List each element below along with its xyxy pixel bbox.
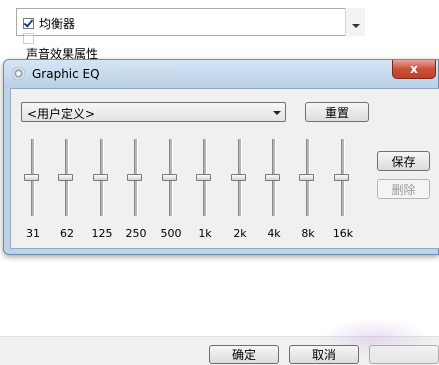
preset-value: <用户定义> (27, 107, 96, 121)
band-label: 2k (233, 227, 247, 240)
close-button[interactable]: x (392, 60, 436, 79)
cancel-button[interactable]: 取消 (289, 345, 359, 364)
graphic-eq-window: Graphic EQ x <用户定义> 重置 保存 删除 31 62 125 2… (3, 59, 439, 255)
band-slider-62[interactable]: 62 (57, 137, 77, 247)
band-label: 500 (160, 227, 182, 240)
band-label: 16k (332, 227, 354, 240)
preset-dropdown[interactable]: <用户定义> (21, 102, 286, 122)
band-label: 8k (301, 227, 315, 240)
list-item-checkbox[interactable] (23, 33, 34, 44)
slider-thumb[interactable] (24, 174, 39, 181)
window-title: Graphic EQ (32, 67, 100, 81)
chevron-down-icon[interactable] (273, 111, 281, 115)
band-label: 250 (125, 227, 147, 240)
slider-thumb[interactable] (93, 174, 108, 181)
band-slider-8k[interactable]: 8k (298, 137, 318, 247)
slider-thumb[interactable] (231, 174, 246, 181)
blurred-title-text (124, 70, 172, 77)
slider-thumb[interactable] (162, 174, 177, 181)
slider-thumb[interactable] (127, 174, 142, 181)
slider-thumb[interactable] (58, 174, 73, 181)
band-label: 1k (198, 227, 212, 240)
slider-thumb[interactable] (265, 174, 280, 181)
band-slider-2k[interactable]: 2k (230, 137, 250, 247)
slider-thumb[interactable] (299, 174, 314, 181)
band-slider-31[interactable]: 31 (23, 137, 43, 247)
band-slider-500[interactable]: 500 (160, 137, 182, 247)
effects-list[interactable]: 均衡器 (16, 8, 365, 44)
band-label: 4k (267, 227, 281, 240)
list-scrollbar[interactable] (345, 8, 365, 36)
band-slider-4k[interactable]: 4k (264, 137, 284, 247)
band-slider-125[interactable]: 125 (91, 137, 113, 247)
reset-button[interactable]: 重置 (305, 102, 369, 122)
chevron-down-icon[interactable] (352, 24, 360, 28)
band-slider-250[interactable]: 250 (125, 137, 147, 247)
title-bar[interactable]: Graphic EQ x (4, 60, 438, 88)
apply-button[interactable] (369, 345, 439, 364)
band-label: 62 (60, 227, 74, 240)
save-button[interactable]: 保存 (377, 151, 430, 171)
list-item[interactable] (23, 33, 34, 44)
slider-thumb[interactable] (334, 174, 349, 181)
speaker-icon (12, 67, 25, 80)
list-item-label: 均衡器 (39, 17, 76, 31)
eq-content: <用户定义> 重置 保存 删除 31 62 125 250 500 1k 2k … (10, 88, 439, 249)
band-slider-16k[interactable]: 16k (333, 137, 353, 247)
equalizer-checkbox[interactable] (23, 18, 34, 29)
band-label: 125 (91, 227, 113, 240)
ok-button[interactable]: 确定 (209, 345, 279, 364)
list-item-equalizer[interactable]: 均衡器 (23, 15, 75, 32)
close-icon[interactable]: x (410, 62, 418, 76)
band-slider-1k[interactable]: 1k (195, 137, 215, 247)
band-label: 31 (26, 227, 40, 240)
slider-thumb[interactable] (196, 174, 211, 181)
delete-button[interactable]: 删除 (377, 179, 430, 199)
